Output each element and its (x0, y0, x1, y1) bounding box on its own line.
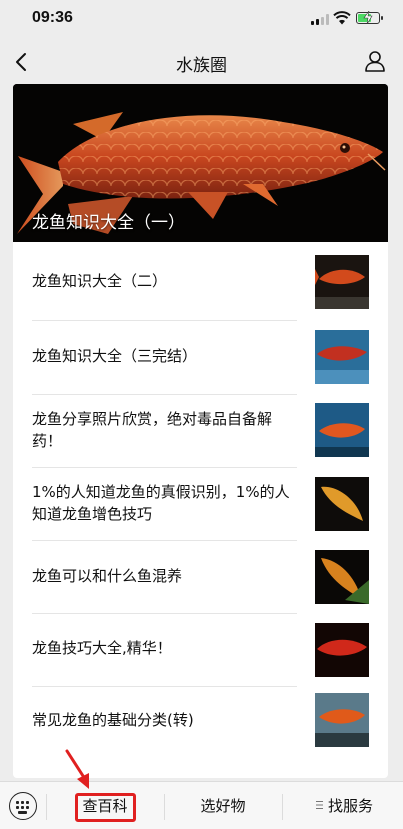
keyboard-icon[interactable] (9, 792, 37, 820)
list-item[interactable]: 龙鱼技巧大全,精华！ (13, 614, 388, 686)
article-title: 常见龙鱼的基础分类(转) (32, 711, 194, 729)
list-item[interactable]: 龙鱼知识大全（三完结） (13, 321, 388, 394)
list-item[interactable]: 龙鱼知识大全（二） (13, 242, 388, 320)
nav-bar: 水族圈 (0, 40, 403, 84)
tab-products[interactable]: 选好物 (164, 782, 282, 829)
signal-icon (311, 14, 329, 25)
article-card: 龙鱼知识大全（一） 龙鱼知识大全（二） 龙鱼知识大全（三完结） 龙鱼分享照片欣赏… (13, 84, 388, 778)
highlight-box (75, 793, 136, 822)
article-title: 1%的人知道龙鱼的真假识别，1%的人知道龙鱼增色技巧 (32, 483, 290, 523)
menu-lines-icon (316, 801, 323, 809)
article-thumbnail (315, 330, 369, 384)
list-item[interactable]: 1%的人知道龙鱼的真假识别，1%的人知道龙鱼增色技巧 (13, 468, 388, 540)
user-profile-icon[interactable] (363, 49, 387, 73)
article-title: 龙鱼分享照片欣赏，绝对毒品自备解药！ (32, 410, 273, 450)
list-item[interactable]: 龙鱼分享照片欣赏，绝对毒品自备解药！ (13, 395, 388, 467)
article-thumbnail (315, 550, 369, 604)
article-thumbnail (315, 623, 369, 677)
tab-divider (282, 794, 283, 820)
article-thumbnail (315, 255, 369, 309)
hero-title: 龙鱼知识大全（一） (32, 213, 185, 233)
article-thumbnail (315, 477, 369, 531)
list-item[interactable]: 龙鱼可以和什么鱼混养 (13, 541, 388, 613)
article-title: 龙鱼知识大全（三完结） (32, 347, 198, 365)
wifi-icon (333, 11, 351, 25)
article-title: 龙鱼知识大全（二） (32, 272, 168, 290)
article-title: 龙鱼技巧大全,精华！ (32, 639, 172, 657)
article-title: 龙鱼可以和什么鱼混养 (32, 567, 183, 585)
battery-icon (356, 11, 383, 24)
article-thumbnail (315, 403, 369, 457)
hero-article[interactable]: 龙鱼知识大全（一） (13, 84, 388, 242)
status-time: 09:36 (32, 9, 73, 26)
page-title: 水族圈 (176, 56, 227, 76)
status-bar: 09:36 (0, 0, 403, 40)
article-thumbnail (315, 693, 369, 747)
annotation-arrow-icon (65, 749, 89, 789)
